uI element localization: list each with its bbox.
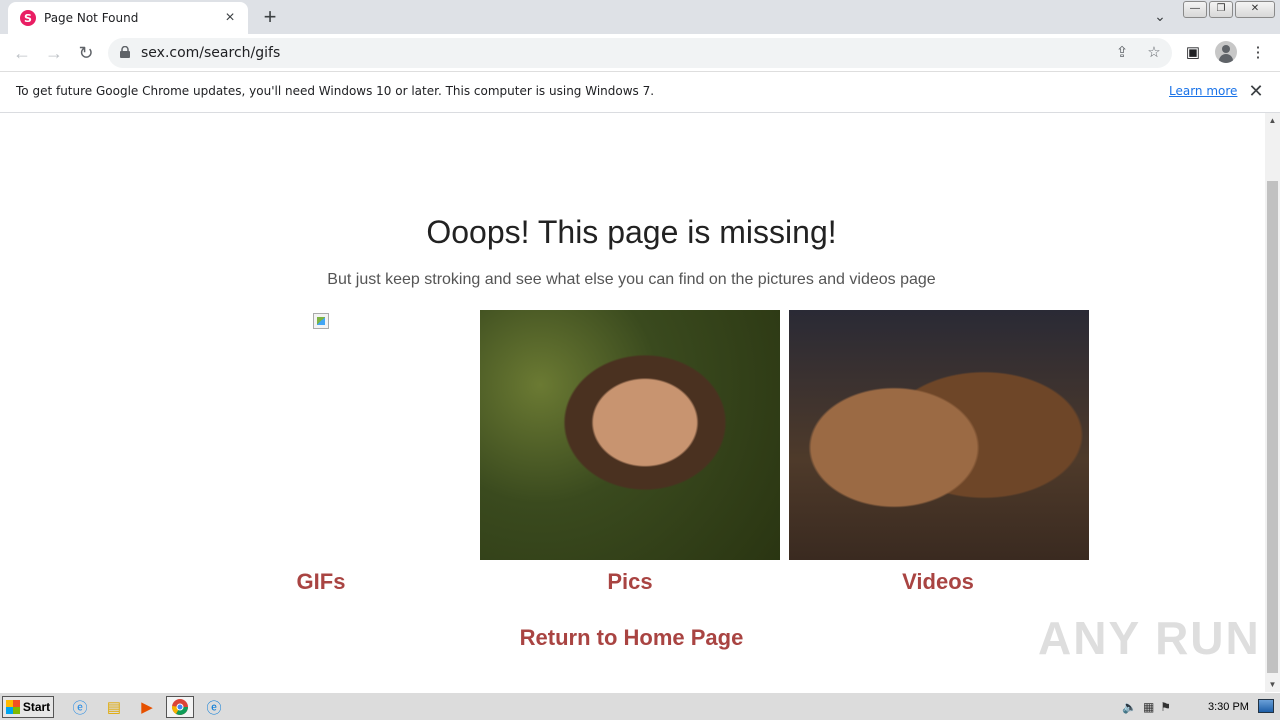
lock-icon[interactable]: [120, 46, 130, 58]
browser-toolbar: ← → ↻ sex.com/search/gifs ⇪ ☆ ▣ ⋮: [0, 34, 1280, 72]
new-tab-button[interactable]: +: [258, 6, 282, 30]
side-panel-icon[interactable]: ▣: [1183, 43, 1203, 63]
menu-kebab-icon[interactable]: ⋮: [1248, 43, 1268, 63]
tab-search-chevron-icon[interactable]: ⌄: [1150, 8, 1170, 28]
chrome-taskbar-icon[interactable]: [166, 696, 194, 718]
anyrun-watermark: ANY RUN: [1038, 612, 1261, 664]
update-infobar: To get future Google Chrome updates, you…: [0, 72, 1280, 113]
gifs-broken-image-icon[interactable]: [313, 313, 329, 329]
page-heading: Ooops! This page is missing!: [426, 214, 837, 250]
profile-avatar-icon[interactable]: [1215, 41, 1237, 63]
action-center-flag-icon[interactable]: ⚑: [1160, 700, 1171, 714]
scroll-up-arrow-icon[interactable]: ▲: [1265, 113, 1280, 128]
site-favicon-icon: S: [20, 10, 36, 26]
start-button[interactable]: Start: [2, 696, 54, 718]
page-scrollbar[interactable]: ▲ ▼: [1265, 113, 1280, 692]
chrome-icon: [172, 699, 188, 715]
back-button[interactable]: ←: [10, 41, 34, 65]
infobar-close-icon[interactable]: ✕: [1247, 82, 1265, 100]
windows-taskbar: Start ⓔ ▤ ▶ ⓔ 🔈 ▦ ⚑ 3:30 PM: [0, 692, 1280, 720]
restore-button[interactable]: ❐: [1209, 1, 1233, 18]
scroll-down-arrow-icon[interactable]: ▼: [1265, 677, 1280, 692]
scrollbar-thumb[interactable]: [1267, 181, 1278, 673]
taskbar-clock[interactable]: 3:30 PM: [1208, 701, 1249, 713]
tab-title: Page Not Found: [44, 11, 139, 25]
page-content: Ooops! This page is missing! But just ke…: [0, 113, 1265, 692]
windows-logo-icon: [5, 700, 20, 714]
file-explorer-icon[interactable]: ▤: [100, 696, 128, 718]
pics-link[interactable]: Pics: [480, 569, 780, 595]
show-desktop-icon[interactable]: [1258, 699, 1274, 713]
start-label: Start: [22, 700, 51, 714]
network-icon[interactable]: ▦: [1143, 700, 1154, 714]
address-bar[interactable]: sex.com/search/gifs ⇪ ☆: [108, 38, 1172, 68]
videos-thumbnail[interactable]: [789, 310, 1089, 560]
edge-icon[interactable]: ⓔ: [200, 696, 228, 718]
bookmark-star-icon[interactable]: ☆: [1145, 44, 1163, 62]
internet-explorer-icon[interactable]: ⓔ: [66, 696, 94, 718]
media-player-icon[interactable]: ▶: [133, 696, 161, 718]
page-subheading: But just keep stroking and see what else…: [327, 271, 936, 288]
reload-button[interactable]: ↻: [74, 41, 98, 65]
tab-close-icon[interactable]: ×: [222, 10, 238, 26]
tab-strip: S Page Not Found × + ⌄ — ❐ ✕: [0, 0, 1280, 34]
close-window-button[interactable]: ✕: [1235, 1, 1275, 18]
browser-tab[interactable]: S Page Not Found ×: [8, 2, 248, 34]
url-text[interactable]: sex.com/search/gifs: [141, 45, 280, 61]
videos-link[interactable]: Videos: [788, 569, 1088, 595]
learn-more-link[interactable]: Learn more: [1169, 84, 1237, 98]
share-icon[interactable]: ⇪: [1113, 44, 1131, 62]
infobar-message: To get future Google Chrome updates, you…: [16, 84, 655, 98]
speaker-icon[interactable]: 🔈: [1122, 700, 1137, 714]
forward-button[interactable]: →: [42, 41, 66, 65]
minimize-button[interactable]: —: [1183, 1, 1207, 18]
gifs-link[interactable]: GIFs: [171, 569, 471, 595]
system-tray: 🔈 ▦ ⚑: [1122, 695, 1171, 719]
pics-thumbnail[interactable]: [480, 310, 780, 560]
